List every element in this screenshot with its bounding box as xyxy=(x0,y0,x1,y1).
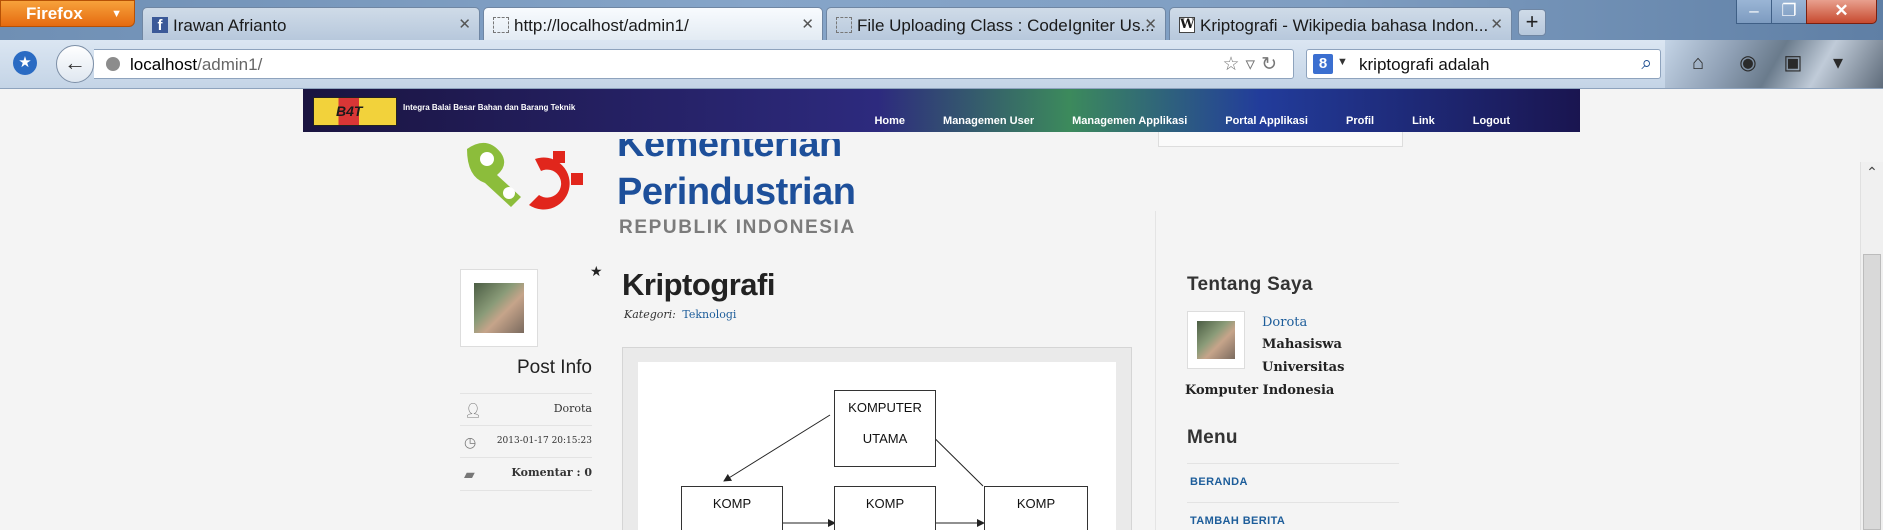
about-line: Mahasiswa xyxy=(1262,337,1342,352)
globe-icon xyxy=(106,57,120,71)
menu-logout[interactable]: Logout xyxy=(1473,115,1510,127)
tab-title: http://localhost/admin1/ xyxy=(514,16,689,35)
maximize-button[interactable]: ❐ xyxy=(1771,0,1807,24)
tab-localhost[interactable]: http://localhost/admin1/ ✕ xyxy=(483,7,823,40)
category-link[interactable]: Teknologi xyxy=(682,308,736,321)
close-icon[interactable]: ✕ xyxy=(458,15,471,33)
blank-page-icon xyxy=(493,17,509,33)
sidebar-item-label: BERANDA xyxy=(1190,476,1248,488)
kemenperin-logo-icon xyxy=(467,142,583,210)
site-header-banner: B4T Integra Balai Besar Bahan dan Barang… xyxy=(303,89,1580,132)
sidebar-item-label: TAMBAH BERITA xyxy=(1190,515,1286,527)
diagram-node: KOMP xyxy=(984,486,1088,530)
star-icon: ★ xyxy=(590,263,603,279)
user-icon: 👤︎ xyxy=(464,402,482,418)
search-engine-icon[interactable]: 8 xyxy=(1313,54,1333,74)
scroll-up-icon[interactable]: ⌃ xyxy=(1861,164,1883,188)
blank-page-icon xyxy=(836,17,852,33)
search-bar[interactable]: 8 ▼ kriptografi adalah ⌕ xyxy=(1306,49,1661,79)
search-input[interactable]: kriptografi adalah xyxy=(1359,55,1489,75)
post-date-row: ◷ 2013-01-17 20:15:23 xyxy=(460,425,592,457)
about-line: Komputer Indonesia xyxy=(1185,383,1335,398)
home-icon[interactable]: ⌂ xyxy=(1685,50,1711,76)
tab-title: Kriptografi - Wikipedia bahasa Indon... xyxy=(1200,16,1489,35)
page-scrollbar[interactable]: ⌃ xyxy=(1860,162,1883,530)
diagram-node: KOMP xyxy=(834,486,936,530)
post-author: Dorota xyxy=(553,402,592,415)
menu-link[interactable]: Link xyxy=(1412,115,1435,127)
navigation-toolbar: ★ ← localhost/admin1/ ☆▿↻ 8 ▼ kriptograf… xyxy=(0,40,1883,89)
minimize-button[interactable]: ‒ xyxy=(1736,0,1772,24)
chevron-down-icon: ▼ xyxy=(111,8,122,20)
wikipedia-icon: W xyxy=(1179,17,1195,33)
about-avatar xyxy=(1187,311,1245,369)
sidebar-item-tambah-berita[interactable]: TAMBAH BERITA xyxy=(1187,502,1399,530)
logo-line-3: REPUBLIK INDONESIA xyxy=(619,217,856,238)
clock-icon: ◷ xyxy=(464,434,477,450)
logo-line-2: Perindustrian xyxy=(617,171,856,213)
tab-title: Irawan Afrianto xyxy=(173,16,287,35)
diagram-node: KOMP xyxy=(681,486,783,530)
diagram-node-main: KOMPUTER UTAMA xyxy=(834,390,936,467)
about-name-link[interactable]: Dorota xyxy=(1262,315,1307,330)
tab-facebook[interactable]: f Irawan Afrianto ✕ xyxy=(142,7,480,40)
sidebar-search-box xyxy=(1158,132,1403,147)
network-diagram: KOMPUTER UTAMA KOMP KOMP KOMP xyxy=(638,362,1116,530)
menu-managemen-applikasi[interactable]: Managemen Applikasi xyxy=(1072,115,1187,127)
star-icon[interactable]: ★ xyxy=(13,51,37,75)
back-button[interactable]: ← xyxy=(56,45,94,83)
bookmarks-icon[interactable]: ▣ xyxy=(1780,50,1806,76)
post-figure: KOMPUTER UTAMA KOMP KOMP KOMP xyxy=(622,347,1132,530)
site-menu: Home Managemen User Managemen Applikasi … xyxy=(836,115,1510,127)
tab-codeigniter[interactable]: File Uploading Class : CodeIgniter Us...… xyxy=(826,7,1166,40)
firefox-menu-label: Firefox xyxy=(26,4,83,23)
post-comments-row: ▰ Komentar : 0 xyxy=(460,457,592,489)
post-info-heading: Post Info xyxy=(517,357,592,378)
tab-wikipedia[interactable]: W Kriptografi - Wikipedia bahasa Indon..… xyxy=(1169,7,1512,40)
url-text[interactable]: localhost/admin1/ xyxy=(130,55,262,75)
firefox-menu-button[interactable]: Firefox ▼ xyxy=(0,0,135,27)
scrollbar-thumb[interactable] xyxy=(1863,254,1881,530)
about-heading: Tentang Saya xyxy=(1187,274,1313,295)
address-bar[interactable]: localhost/admin1/ ☆▿↻ xyxy=(94,49,1294,79)
menu-portal-applikasi[interactable]: Portal Applikasi xyxy=(1225,115,1308,127)
menu-profil[interactable]: Profil xyxy=(1346,115,1374,127)
about-line: Universitas xyxy=(1262,360,1345,375)
menu-heading: Menu xyxy=(1187,427,1238,448)
close-icon[interactable]: ✕ xyxy=(1144,15,1157,33)
addon-icon[interactable]: ◉ xyxy=(1735,50,1761,76)
post-comments[interactable]: Komentar : 0 xyxy=(511,466,592,479)
bookmark-star-icon[interactable]: ☆▿↻ xyxy=(1223,53,1284,76)
menu-managemen-user[interactable]: Managemen User xyxy=(943,115,1034,127)
post-author-row: 👤︎ Dorota xyxy=(460,393,592,425)
column-divider xyxy=(1155,211,1156,530)
new-tab-button[interactable]: + xyxy=(1518,9,1546,36)
facebook-icon: f xyxy=(152,17,168,34)
close-icon[interactable]: ✕ xyxy=(801,15,814,33)
divider xyxy=(460,490,592,491)
page-viewport: B4T Integra Balai Besar Bahan dan Barang… xyxy=(0,89,1860,530)
post-date: 2013-01-17 20:15:23 xyxy=(496,436,592,446)
tab-title: File Uploading Class : CodeIgniter Us... xyxy=(857,16,1155,35)
site-title: Integra Balai Besar Bahan dan Barang Tek… xyxy=(403,103,576,112)
sidebar-item-beranda[interactable]: BERANDA xyxy=(1187,463,1399,502)
toolbar-theme-area: ⌂ ◉ ▣ ▾ xyxy=(1665,40,1883,88)
search-icon[interactable]: ⌕ xyxy=(1641,53,1652,75)
author-avatar xyxy=(460,269,538,347)
chevron-down-icon[interactable]: ▼ xyxy=(1337,56,1348,68)
site-logo[interactable]: B4T xyxy=(313,97,397,126)
downloads-icon[interactable]: ▾ xyxy=(1825,50,1851,76)
menu-home[interactable]: Home xyxy=(874,115,905,127)
comments-icon: ▰ xyxy=(464,466,475,482)
tab-strip: Firefox ▼ f Irawan Afrianto ✕ http://loc… xyxy=(0,0,1883,40)
post-category: Kategori: Teknologi xyxy=(624,308,736,321)
close-window-button[interactable]: ✕ xyxy=(1806,0,1877,24)
close-icon[interactable]: ✕ xyxy=(1490,15,1503,33)
post-title: Kriptografi xyxy=(622,267,775,302)
category-label: Kategori: xyxy=(624,308,676,321)
